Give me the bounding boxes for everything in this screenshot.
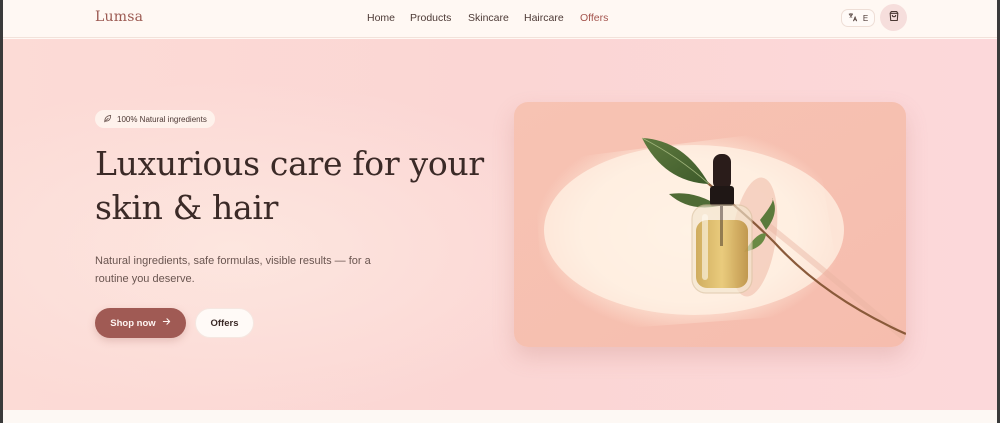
hero-section: 100% Natural ingredients Luxurious care … [3, 39, 997, 410]
offers-button[interactable]: Offers [195, 308, 254, 338]
hero-subtitle-line-2: routine you deserve. [95, 273, 195, 285]
nav-item-home[interactable]: Home [367, 12, 395, 24]
serum-bottle-illustration [514, 102, 906, 347]
hero-product-image [514, 102, 906, 347]
translate-icon [848, 12, 858, 24]
hero-title-line-2: skin & hair [95, 188, 279, 227]
arrow-right-icon [162, 317, 171, 329]
hero-subtitle: Natural ingredients, safe formulas, visi… [95, 252, 405, 288]
language-switch-button[interactable]: E [841, 9, 875, 27]
language-label: E [862, 13, 869, 23]
nav-item-haircare[interactable]: Haircare [524, 12, 564, 24]
nav-item-offers[interactable]: Offers [580, 12, 608, 24]
browser-viewport: Lumsa Home Products Skincare Haircare Of… [3, 0, 997, 423]
natural-ingredients-badge: 100% Natural ingredients [95, 110, 215, 128]
nav-item-products[interactable]: Products [410, 12, 451, 24]
site-header: Lumsa Home Products Skincare Haircare Of… [3, 0, 997, 38]
hero-title: Luxurious care for your skin & hair [95, 142, 495, 230]
badge-text: 100% Natural ingredients [117, 114, 207, 124]
shopping-bag-icon [888, 9, 900, 27]
shop-now-button[interactable]: Shop now [95, 308, 186, 338]
section-divider [3, 410, 997, 423]
brand-logo[interactable]: Lumsa [95, 9, 143, 25]
leaf-icon [103, 114, 112, 125]
hero-title-line-1: Luxurious care for your [95, 144, 484, 183]
nav-item-skincare[interactable]: Skincare [468, 12, 509, 24]
shop-now-label: Shop now [110, 317, 156, 329]
hero-subtitle-line-1: Natural ingredients, safe formulas, visi… [95, 255, 371, 267]
cart-button[interactable] [880, 4, 907, 31]
